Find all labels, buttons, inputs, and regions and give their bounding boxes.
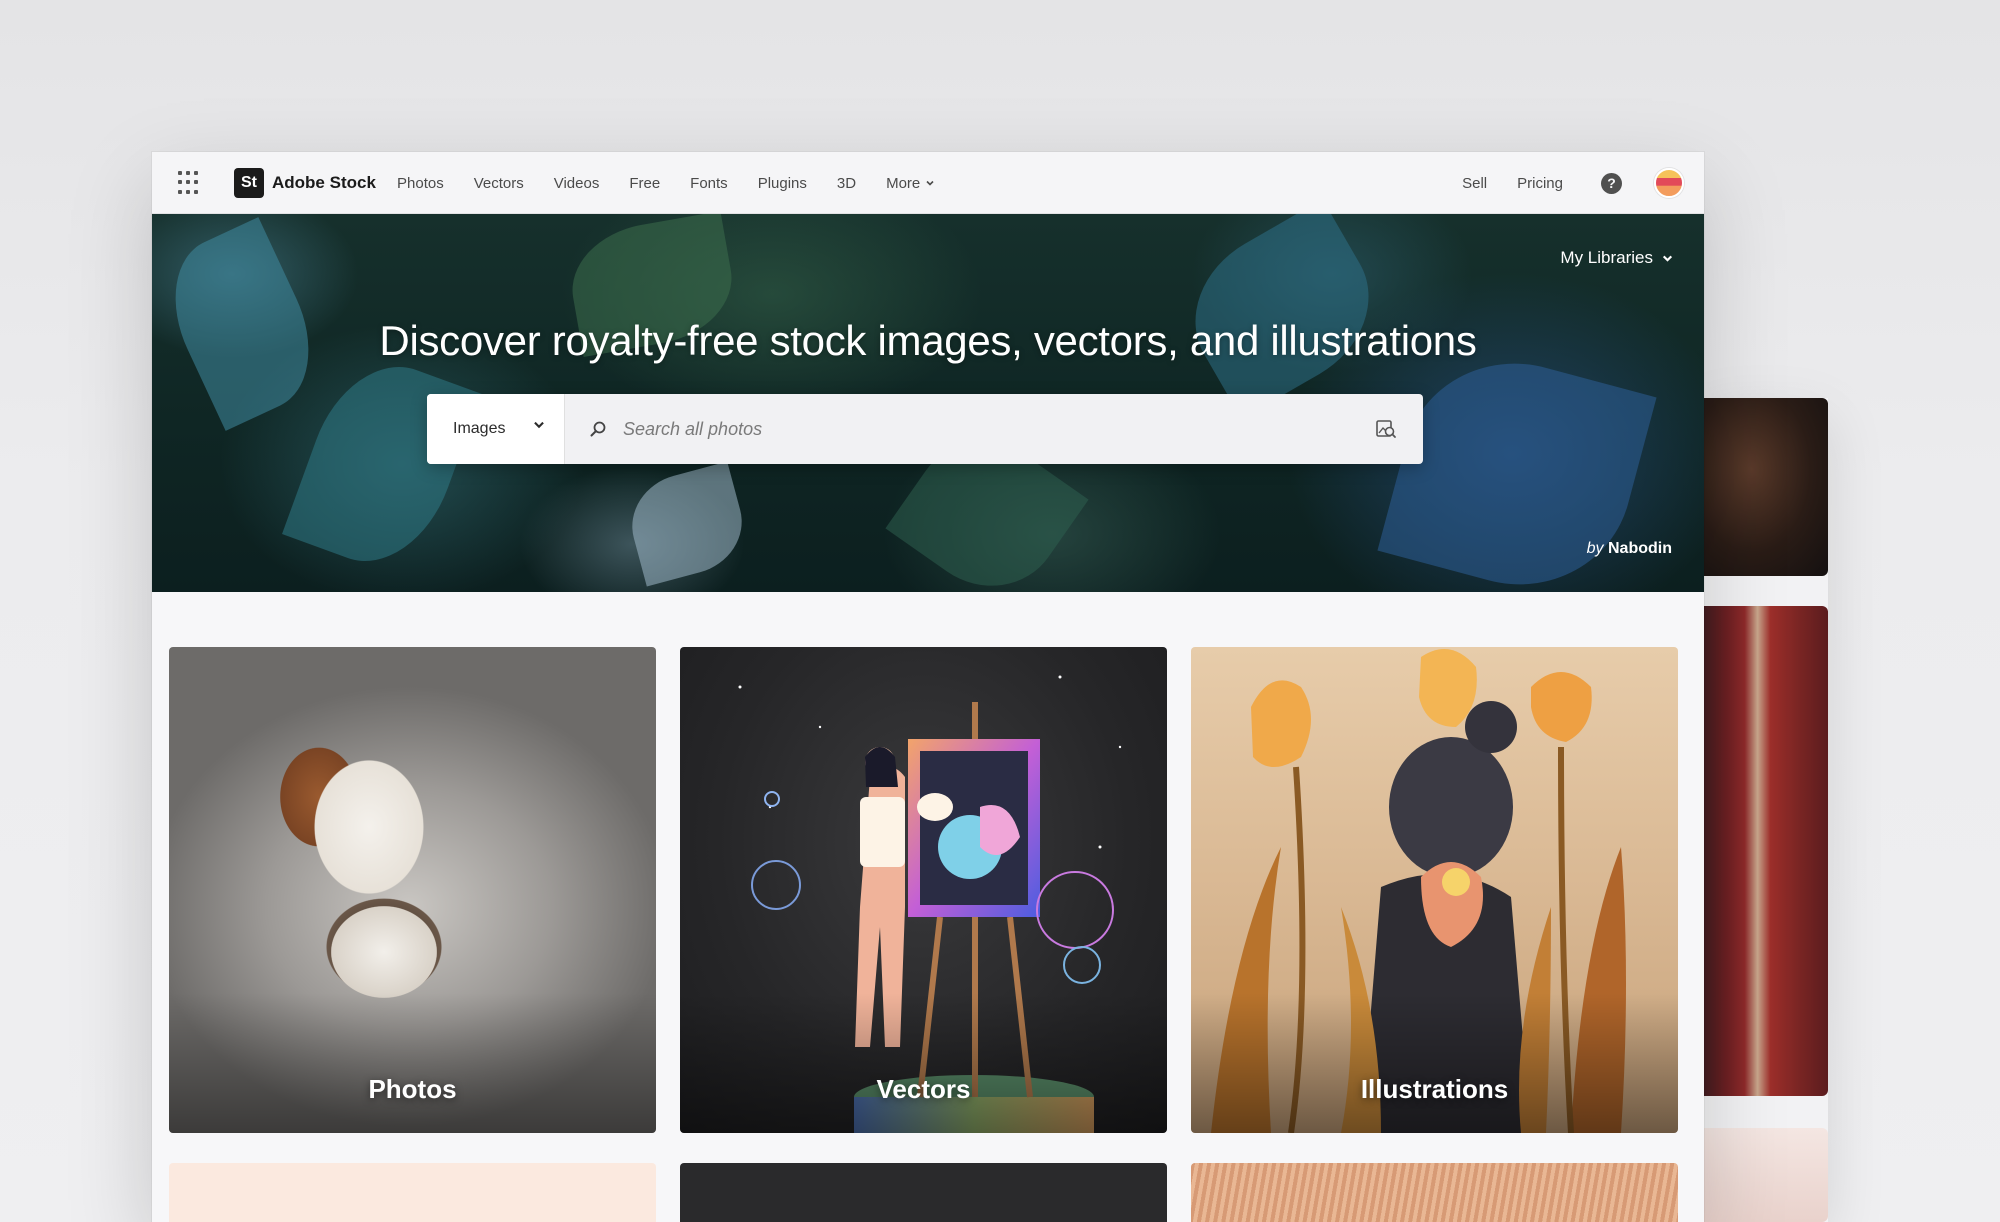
- decorative-leaf: [620, 461, 754, 587]
- logo-mark: St: [234, 168, 264, 198]
- category-card[interactable]: [169, 1163, 656, 1222]
- chevron-down-icon: [926, 180, 934, 186]
- category-card-photos[interactable]: Photos: [169, 647, 656, 1133]
- nav-label: Vectors: [473, 174, 524, 192]
- card-shade: [169, 993, 656, 1133]
- apps-grid-icon[interactable]: [178, 171, 202, 195]
- card-shade: [1191, 993, 1678, 1133]
- category-label: Photos: [368, 1074, 457, 1104]
- help-icon[interactable]: ?: [1601, 172, 1622, 194]
- category-label: Illustrations: [1360, 1074, 1509, 1104]
- side-thumbnail: [1700, 1128, 1828, 1222]
- nav-label: 3D: [836, 174, 857, 192]
- logo-text: Adobe Stock: [272, 173, 376, 192]
- card-shade: [680, 993, 1167, 1133]
- nav-vectors[interactable]: Vectors: [474, 175, 524, 192]
- asset-type-select[interactable]: Images: [427, 394, 565, 464]
- image-credit: by Nabodin: [1587, 540, 1672, 558]
- avatar[interactable]: [1654, 168, 1684, 198]
- nav-plugins[interactable]: Plugins: [758, 175, 807, 192]
- search-input[interactable]: [623, 418, 1323, 440]
- background-side-panel: [1700, 398, 1828, 1222]
- adobe-stock-logo[interactable]: St Adobe Stock: [234, 168, 376, 198]
- nav-label: Sell: [1462, 174, 1488, 192]
- category-label: Vectors: [876, 1074, 971, 1104]
- nav-fonts[interactable]: Fonts: [690, 175, 728, 192]
- search-field: [565, 394, 1423, 464]
- search-icon: [590, 421, 606, 437]
- nav-videos[interactable]: Videos: [554, 175, 600, 192]
- top-navigation: St Adobe Stock Photos Vectors Videos Fre…: [152, 152, 1704, 214]
- nav-label: Free: [629, 174, 661, 192]
- nav-pricing[interactable]: Pricing: [1517, 175, 1563, 192]
- my-libraries-dropdown[interactable]: My Libraries: [1560, 248, 1674, 268]
- decorative-leaf: [282, 346, 482, 582]
- category-card-illustrations[interactable]: Illustrations: [1191, 647, 1678, 1133]
- hero-banner: My Libraries Discover royalty-free stock…: [152, 214, 1704, 592]
- search-bar: Images: [427, 394, 1423, 464]
- nav-label: Photos: [397, 174, 444, 192]
- category-grid-row-2: [169, 1163, 1689, 1222]
- nav-3d[interactable]: 3D: [837, 175, 856, 192]
- nav-label: Videos: [553, 174, 600, 192]
- credit-prefix: by: [1586, 540, 1604, 557]
- asset-type-value: Images: [453, 420, 506, 437]
- nav-sell[interactable]: Sell: [1462, 175, 1487, 192]
- nav-photos[interactable]: Photos: [397, 175, 444, 192]
- category-card-vectors[interactable]: Vectors: [680, 647, 1167, 1133]
- primary-nav: Photos Vectors Videos Free Fonts Plugins…: [397, 152, 965, 214]
- nav-label: Fonts: [690, 174, 728, 192]
- visual-search-icon[interactable]: [1375, 418, 1397, 440]
- nav-free[interactable]: Free: [629, 175, 660, 192]
- nav-label: Pricing: [1517, 174, 1563, 192]
- category-card[interactable]: [1191, 1163, 1678, 1222]
- category-card[interactable]: [680, 1163, 1167, 1222]
- chevron-down-icon: [1662, 255, 1673, 262]
- secondary-nav: Sell Pricing ?: [1432, 152, 1684, 214]
- side-thumbnail: [1700, 606, 1828, 1096]
- credit-author[interactable]: Nabodin: [1608, 540, 1672, 557]
- nav-label: Plugins: [757, 174, 807, 192]
- nav-label: More: [886, 174, 921, 192]
- nav-more-dropdown[interactable]: More: [886, 175, 935, 192]
- side-thumbnail: [1700, 398, 1828, 576]
- hero-title: Discover royalty-free stock images, vect…: [379, 317, 1477, 364]
- browser-window: St Adobe Stock Photos Vectors Videos Fre…: [152, 152, 1704, 1222]
- my-libraries-label: My Libraries: [1560, 248, 1653, 267]
- chevron-down-icon: [534, 421, 544, 429]
